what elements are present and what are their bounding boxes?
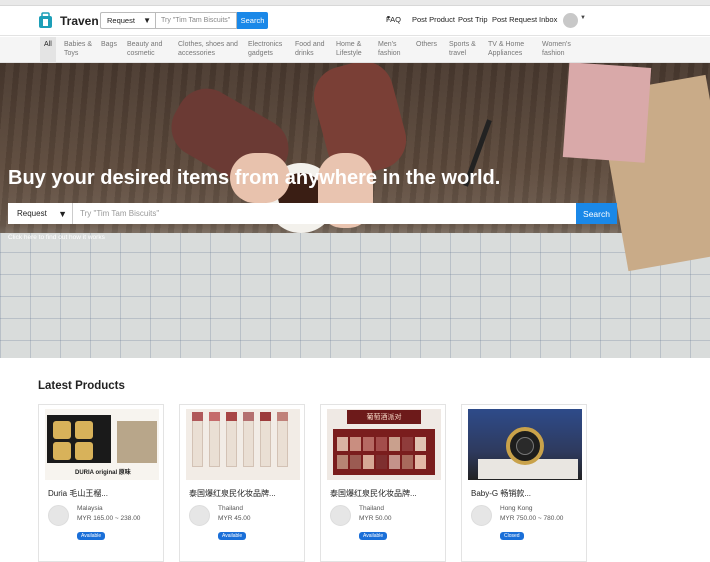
- category-womens-fashion[interactable]: Women's fashion: [542, 40, 578, 58]
- hero-banner: Buy your desired items from anywhere in …: [0, 63, 710, 358]
- product-name[interactable]: Duria 毛山王榴...: [48, 488, 108, 499]
- category-sports[interactable]: Sports & travel: [449, 40, 479, 58]
- brand-name[interactable]: Traven: [60, 14, 99, 28]
- category-beauty[interactable]: Beauty and cosmetic: [127, 40, 169, 58]
- product-location: Malaysia: [77, 505, 103, 512]
- hero-search-type-value: Request: [17, 209, 47, 218]
- header-search-input[interactable]: Try "Tim Tam Biscuits": [155, 12, 237, 29]
- category-food[interactable]: Food and drinks: [295, 40, 329, 58]
- product-name[interactable]: 泰国爆红泉民化妆品牌...: [189, 488, 276, 499]
- seller-avatar: [471, 505, 492, 526]
- seller-avatar: [189, 505, 210, 526]
- category-tv[interactable]: TV & Home Appliances: [488, 40, 536, 58]
- status-badge: Closed: [500, 532, 524, 540]
- product-name[interactable]: 泰国爆红泉民化妆品牌...: [330, 488, 417, 499]
- hero-search: Request ▼ Try "Tim Tam Biscuits" Search: [8, 203, 617, 224]
- status-badge: Available: [218, 532, 247, 540]
- hero-search-type-select[interactable]: Request ▼: [8, 203, 73, 224]
- product-image[interactable]: 葡萄酒派对: [327, 409, 441, 480]
- nav-inbox[interactable]: Inbox: [539, 15, 557, 24]
- header-search: Request ▼ Try "Tim Tam Biscuits" Search: [100, 12, 268, 29]
- product-location: Thailand: [218, 505, 243, 512]
- hero-background-map: [0, 233, 710, 358]
- product-card[interactable]: DURIA original 原味 Duria 毛山王榴... Malaysia…: [38, 404, 164, 562]
- header-search-type-select[interactable]: Request ▼: [100, 12, 155, 29]
- header-search-type-value: Request: [107, 16, 135, 25]
- category-others[interactable]: Others: [416, 40, 437, 49]
- traven-logo-icon[interactable]: [38, 12, 53, 29]
- category-electronics[interactable]: Electronics gadgets: [248, 40, 288, 58]
- category-babies-toys[interactable]: Babies & Toys: [64, 40, 94, 58]
- status-badge: Available: [359, 532, 388, 540]
- product-image[interactable]: [186, 409, 300, 480]
- product-name[interactable]: Baby-G 畅销款...: [471, 488, 531, 499]
- hero-search-button[interactable]: Search: [576, 203, 617, 224]
- product-price: MYR 750.00 ~ 780.00: [500, 515, 564, 522]
- hero-notebook-decoration: [562, 63, 652, 163]
- chevron-down-icon: ▼: [143, 16, 151, 25]
- status-badge: Available: [77, 532, 106, 540]
- seller-avatar: [48, 505, 69, 526]
- nav-post-trip[interactable]: Post Trip: [458, 15, 488, 24]
- latest-products-title: Latest Products: [38, 380, 125, 392]
- product-image-caption: 葡萄酒派对: [347, 410, 421, 424]
- hero-title: Buy your desired items from anywhere in …: [8, 167, 501, 189]
- product-location: Hong Kong: [500, 505, 533, 512]
- category-bags[interactable]: Bags: [101, 40, 117, 49]
- product-price: MYR 50.00: [359, 515, 392, 522]
- hero-search-placeholder: Try "Tim Tam Biscuits": [80, 209, 160, 218]
- category-mens-fashion[interactable]: Men's fashion: [378, 40, 410, 58]
- seller-avatar: [330, 505, 351, 526]
- product-price: MYR 165.00 ~ 238.00: [77, 515, 141, 522]
- caret-down-icon: ▼: [386, 15, 391, 21]
- caret-down-icon[interactable]: ▼: [580, 15, 586, 21]
- nav-post-product[interactable]: Post Product: [412, 15, 455, 24]
- hero-search-input[interactable]: Try "Tim Tam Biscuits": [73, 203, 576, 224]
- header-search-placeholder: Try "Tim Tam Biscuits": [161, 17, 231, 24]
- category-clothes[interactable]: Clothes, shoes and accessories: [178, 40, 240, 58]
- product-location: Thailand: [359, 505, 384, 512]
- category-home[interactable]: Home & Lifestyle: [336, 40, 370, 58]
- header-search-button[interactable]: Search: [237, 12, 268, 29]
- product-image[interactable]: [468, 409, 582, 480]
- how-it-works-link[interactable]: Click here to find out how it works: [8, 234, 105, 241]
- product-image-caption: DURIA original 原味: [75, 470, 131, 476]
- category-bar: All Babies & Toys Bags Beauty and cosmet…: [0, 37, 710, 63]
- product-card[interactable]: 葡萄酒派对 泰国爆红泉民化妆品牌... Thailand MYR 50.00 A…: [320, 404, 446, 562]
- product-card[interactable]: 泰国爆红泉民化妆品牌... Thailand MYR 45.00 Availab…: [179, 404, 305, 562]
- user-avatar[interactable]: [563, 13, 578, 28]
- product-card[interactable]: Baby-G 畅销款... Hong Kong MYR 750.00 ~ 780…: [461, 404, 587, 562]
- category-all[interactable]: All: [40, 37, 56, 63]
- product-image[interactable]: DURIA original 原味: [45, 409, 159, 480]
- site-header: Traven Request ▼ Try "Tim Tam Biscuits" …: [0, 6, 710, 36]
- product-price: MYR 45.00: [218, 515, 251, 522]
- nav-post-request[interactable]: Post Request: [492, 15, 537, 24]
- chevron-down-icon: ▼: [58, 208, 67, 219]
